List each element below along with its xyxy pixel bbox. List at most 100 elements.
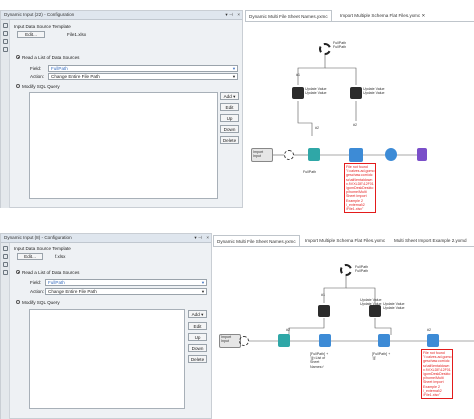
field-select-value: FullPath [51,66,68,71]
bottom-config-title-bar: Dynamic Input (8) - Configuration ▾ ⊣ × [1,234,211,243]
bottom-fullpath-annotation: FullPath FullPath [355,265,369,274]
tab-dynamic-multi-file[interactable]: Dynamic Multi File Sheet Names.yxmc [213,235,300,246]
read-list-radio[interactable] [16,270,20,274]
bottom-hash2: #2 [286,328,290,332]
action-label: Action: [30,289,45,294]
action-select[interactable]: Change Entire File Path ▼ [48,73,238,80]
bottom-update-value-2: Update Value Update Value [383,302,405,311]
close-icon[interactable]: ✕ [421,13,425,18]
bottom-config-panel: Dynamic Input (8) - Configuration ▾ ⊣ × … [0,233,212,419]
top-fullpath-annotation: FullPath FullPath [333,41,347,50]
top-output-node[interactable] [417,148,427,161]
tab-label: Dynamic Multi File Sheet Names.yxmc [249,14,328,19]
bottom-hash3: #2 [427,328,431,332]
chevron-down-icon: ▼ [201,280,205,285]
top-select-node[interactable] [308,148,320,161]
chevron-down-icon: ▼ [232,66,236,71]
add-button[interactable]: Add ▾ [188,310,207,318]
bottom-tab-bar: Dynamic Multi File Sheet Names.yxmc Impo… [213,235,474,247]
top-screenshot: Dynamic Input (22) - Configuration ▾ ⊣ ×… [0,0,474,214]
action-select-value: Change Entire File Path [51,74,100,79]
close-icon[interactable]: × [237,11,240,19]
comment-icon[interactable] [3,47,8,52]
chevron-down-icon: ▼ [201,289,205,294]
read-list-radio[interactable] [16,55,20,59]
close-icon[interactable]: × [206,234,209,242]
top-update-value-2: Update Value Update Value [363,87,385,96]
top-dynamic-input-node[interactable] [349,148,363,162]
field-select-value: FullPath [48,280,65,285]
sql-query-list[interactable] [29,309,185,409]
bottom-config-side-strip [1,243,10,419]
top-macro-gear-node[interactable] [319,43,331,55]
modify-sql-label: Modify SQL Query [22,300,60,305]
bottom-action-node-1[interactable] [318,305,330,317]
tab-import-multiple-schema[interactable]: Import Multiple Schema Flat Files.yxmc ✕ [337,10,428,21]
bottom-dynamic-input-node[interactable] [427,334,439,347]
edit-button[interactable]: Edit... [17,31,45,38]
top-config-panel: Dynamic Input (22) - Configuration ▾ ⊣ ×… [0,10,243,208]
tab-label: Import Multiple Schema Flat Files.yxmc [305,238,386,243]
bottom-formula-node-1[interactable] [319,334,331,347]
up-button[interactable]: Up [220,114,239,122]
top-action-node-1[interactable] [292,87,304,99]
arrow-icon[interactable] [3,31,8,36]
field-select[interactable]: FullPath ▼ [45,279,207,286]
bottom-macro-gear-node[interactable] [340,264,352,276]
tab-import-multiple-schema[interactable]: Import Multiple Schema Flat Files.yxmc [302,235,388,246]
top-macro-input-node[interactable] [284,150,294,160]
tab-multi-sheet-import[interactable]: Multi Sheet Import Example 2.yxmd [391,235,470,246]
bottom-formula-node-2[interactable] [378,334,390,347]
action-select[interactable]: Change Entire File Path ▼ [45,288,207,295]
edit-button[interactable]: Edit... [17,253,43,260]
bottom-formula-1-annotation: [FullPath] + '|||<List of Sheet Names>' [310,352,329,369]
bottom-formula-2-annotation: [FullPath] + '|||' [372,352,391,361]
template-label: Input Data Source Template [14,24,71,29]
bottom-hash1: #1 [321,293,325,297]
down-button[interactable]: Down [188,344,207,352]
bottom-screenshot: Dynamic Input (8) - Configuration ▾ ⊣ × … [0,233,474,419]
gear-icon[interactable] [3,246,8,251]
delete-button[interactable]: Delete [188,355,207,363]
sql-query-list[interactable] [29,92,218,199]
modify-sql-label: Modify SQL Query [22,84,60,89]
top-tab-bar: Dynamic Multi File Sheet Names.yxmc Impo… [245,10,474,22]
top-action-node-2[interactable] [350,87,362,99]
top-hash1: #1 [296,73,300,77]
tab-dynamic-multi-file[interactable]: Dynamic Multi File Sheet Names.yxmc [245,10,332,21]
bottom-update-value-1: Update Value Update Value [360,298,382,307]
tag-icon[interactable] [3,39,8,44]
up-button[interactable]: Up [188,333,207,341]
down-button[interactable]: Down [220,125,239,133]
top-union-node[interactable] [385,148,397,161]
bottom-select-node[interactable] [278,334,290,347]
bottom-error-message: File not found "/:calves.ad.gomo geschaw… [421,349,454,400]
pin-icon[interactable]: ▾ ⊣ [225,11,233,19]
top-update-value-1: Update Value Update Value [305,87,327,96]
modify-sql-radio[interactable] [16,300,20,304]
modify-sql-radio[interactable] [16,84,20,88]
bottom-macro-input-node[interactable] [239,336,249,346]
edit-query-button[interactable]: Edit [220,103,239,111]
bottom-action-node-2[interactable] [369,305,381,317]
tag-icon[interactable] [3,262,8,267]
add-button[interactable]: Add ▾ [220,92,239,100]
top-workflow-canvas[interactable]: FullPath FullPath #1 Update Value Update… [245,23,474,214]
tab-label: Dynamic Multi File Sheet Names.yxmc [217,239,296,244]
top-config-side-strip [1,20,10,208]
template-file-value: File1.xlsx [67,32,87,37]
bottom-workflow-canvas[interactable]: FullPath FullPath #1 Update Value Update… [213,248,474,419]
top-fullpath-label: FullPath [303,170,317,174]
arrow-icon[interactable] [3,254,8,259]
top-error-message: File not found "/:calves.ad.gomo geschaw… [344,163,377,214]
tab-label: Multi Sheet Import Example 2.yxmd [394,238,467,243]
template-file-value: f.xlsx [55,254,66,259]
read-list-label: Read a List of Data Sources [22,270,80,275]
field-select[interactable]: FullPath ▼ [48,65,238,72]
pin-icon[interactable]: ▾ ⊣ [194,234,202,242]
edit-query-button[interactable]: Edit [188,322,207,330]
gear-icon[interactable] [3,23,8,28]
delete-button[interactable]: Delete [220,136,239,144]
comment-icon[interactable] [3,270,8,275]
bottom-config-title: Dynamic Input (8) - Configuration [4,235,72,240]
